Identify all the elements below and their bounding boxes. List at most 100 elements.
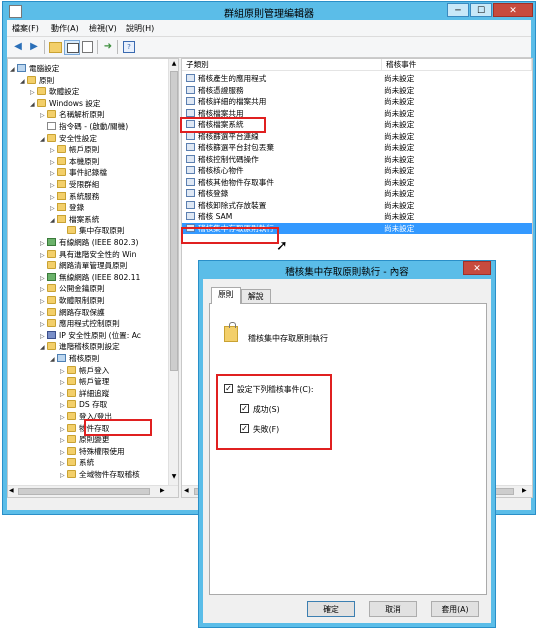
tree-item[interactable]: ▷ 無線網路 (IEEE 802.11 bbox=[40, 272, 140, 283]
expanded-arrow-icon[interactable]: ◢ bbox=[40, 342, 47, 353]
list-item[interactable]: 稽核 SAM 尚未設定 bbox=[182, 211, 532, 222]
tab-explain[interactable]: 解說 bbox=[241, 289, 271, 304]
properties-icon[interactable] bbox=[80, 40, 94, 53]
collapsed-arrow-icon[interactable]: ▷ bbox=[30, 87, 37, 98]
failure-checkbox[interactable]: ✓ bbox=[240, 424, 249, 433]
list-item[interactable]: 稽核憑證服務 尚未設定 bbox=[182, 85, 532, 96]
ok-button[interactable]: 確定 bbox=[307, 601, 355, 617]
tree-item[interactable]: ◢ 電腦設定 bbox=[10, 63, 59, 74]
collapsed-arrow-icon[interactable]: ▷ bbox=[60, 412, 67, 423]
collapsed-arrow-icon[interactable]: ▷ bbox=[60, 366, 67, 377]
collapsed-arrow-icon[interactable]: ▷ bbox=[50, 145, 57, 156]
up-folder-icon[interactable] bbox=[48, 40, 62, 53]
collapsed-arrow-icon[interactable]: ▷ bbox=[60, 389, 67, 400]
menu-help[interactable]: 說明(H) bbox=[126, 23, 154, 34]
close-button[interactable]: ✕ bbox=[493, 3, 533, 17]
collapsed-arrow-icon[interactable]: ▷ bbox=[40, 110, 47, 121]
list-item[interactable]: 稽核核心物件 尚未設定 bbox=[182, 165, 532, 176]
tree-item[interactable]: ▷ 帳戶原則 bbox=[50, 144, 99, 155]
tree-item[interactable]: ▷ 軟體限制原則 bbox=[40, 295, 105, 306]
collapsed-arrow-icon[interactable]: ▷ bbox=[50, 192, 57, 203]
tree-item[interactable]: ▷ 名稱解析原則 bbox=[40, 109, 105, 120]
list-item[interactable]: 稽核卸除式存放裝置 尚未設定 bbox=[182, 200, 532, 211]
tree-item[interactable]: ▷ 事件記錄檔 bbox=[50, 167, 107, 178]
column-header-subcategory[interactable]: 子類別 bbox=[182, 59, 382, 71]
minimize-button[interactable]: ─ bbox=[447, 3, 469, 17]
menu-view[interactable]: 檢視(V) bbox=[89, 23, 117, 34]
export-list-icon[interactable]: ➜ bbox=[101, 40, 115, 53]
list-item[interactable]: 稽核其他物件存取事件 尚未設定 bbox=[182, 177, 532, 188]
collapsed-arrow-icon[interactable]: ▷ bbox=[40, 273, 47, 284]
menu-action[interactable]: 動作(A) bbox=[51, 23, 79, 34]
collapsed-arrow-icon[interactable]: ▷ bbox=[40, 308, 47, 319]
tree-item[interactable]: ◢ 進階稽核原則設定 bbox=[40, 341, 120, 352]
collapsed-arrow-icon[interactable]: ▷ bbox=[40, 284, 47, 295]
collapsed-arrow-icon[interactable]: ▷ bbox=[40, 319, 47, 330]
tree-item[interactable]: ▷ IP 安全性原則 (位置: Ac bbox=[40, 330, 141, 341]
expanded-arrow-icon[interactable]: ◢ bbox=[50, 215, 57, 226]
scroll-left-icon[interactable]: ◀ bbox=[9, 487, 14, 494]
success-checkbox[interactable]: ✓ bbox=[240, 404, 249, 413]
expanded-arrow-icon[interactable]: ◢ bbox=[40, 134, 47, 145]
collapsed-arrow-icon[interactable]: ▷ bbox=[60, 435, 67, 446]
collapsed-arrow-icon[interactable]: ▷ bbox=[50, 203, 57, 214]
tree-item[interactable]: ▷ 帳戶管理 bbox=[60, 376, 109, 387]
list-item[interactable]: 稽核產生的應用程式 尚未設定 bbox=[182, 73, 532, 84]
scroll-left-icon[interactable]: ◀ bbox=[184, 487, 189, 494]
tree-horizontal-scrollbar[interactable]: ◀ ▶ bbox=[8, 485, 178, 497]
back-arrow-icon[interactable]: ◀ bbox=[11, 40, 25, 53]
menu-file[interactable]: 檔案(F) bbox=[12, 23, 39, 34]
scroll-right-icon[interactable]: ▶ bbox=[160, 487, 165, 494]
tree-item[interactable]: 集中存取原則 bbox=[60, 225, 125, 236]
title-bar[interactable]: 群組原則管理編輯器 ─ ☐ ✕ bbox=[3, 2, 535, 20]
expanded-arrow-icon[interactable]: ◢ bbox=[50, 354, 57, 365]
tree-item[interactable]: ◢ 稽核原則 bbox=[50, 353, 99, 364]
tree-item[interactable]: ▷ 特殊權限使用 bbox=[60, 446, 125, 457]
tree-item[interactable]: 指令碼 - (啟動/關機) bbox=[40, 121, 128, 132]
show-hide-tree-icon[interactable] bbox=[64, 40, 80, 55]
expanded-arrow-icon[interactable]: ◢ bbox=[30, 99, 37, 110]
tree-item[interactable]: ▷ 登錄 bbox=[50, 202, 84, 213]
list-item[interactable]: 稽核篩選平台封包丟棄 尚未設定 bbox=[182, 142, 532, 153]
expanded-arrow-icon[interactable]: ◢ bbox=[10, 64, 17, 75]
tree-item[interactable]: ▷ 受限群組 bbox=[50, 179, 99, 190]
tree-item[interactable]: ▷ 全域物件存取稽核 bbox=[60, 469, 140, 480]
tree-item[interactable]: ◢ 原則 bbox=[20, 75, 54, 86]
collapsed-arrow-icon[interactable]: ▷ bbox=[60, 458, 67, 469]
tree-item[interactable]: ▷ 應用程式控制原則 bbox=[40, 318, 120, 329]
tree-item[interactable]: ◢ 安全性設定 bbox=[40, 133, 97, 144]
tree-hscroll-thumb[interactable] bbox=[18, 488, 150, 495]
tab-policy[interactable]: 原則 bbox=[211, 287, 241, 304]
scroll-down-icon[interactable]: ▼ bbox=[170, 473, 178, 480]
maximize-button[interactable]: ☐ bbox=[470, 3, 492, 17]
tree-item[interactable]: ◢ Windows 設定 bbox=[30, 98, 101, 109]
tree-item[interactable]: 網路清單管理員原則 bbox=[40, 260, 127, 271]
tree-item[interactable]: ▷ 具有進階安全性的 Win bbox=[40, 249, 136, 260]
collapsed-arrow-icon[interactable]: ▷ bbox=[60, 377, 67, 388]
tree-item[interactable]: ◢ 檔案系統 bbox=[50, 214, 99, 225]
scroll-right-icon[interactable]: ▶ bbox=[522, 487, 527, 494]
tree-item[interactable]: ▷ 本機原則 bbox=[50, 156, 99, 167]
collapsed-arrow-icon[interactable]: ▷ bbox=[50, 168, 57, 179]
help-icon[interactable]: ? bbox=[121, 40, 135, 53]
collapsed-arrow-icon[interactable]: ▷ bbox=[40, 250, 47, 261]
collapsed-arrow-icon[interactable]: ▷ bbox=[60, 424, 67, 435]
tree-item[interactable]: ▷ 詳細追蹤 bbox=[60, 388, 109, 399]
collapsed-arrow-icon[interactable]: ▷ bbox=[60, 400, 67, 411]
tree-item[interactable]: ▷ 系統服務 bbox=[50, 191, 99, 202]
tree-item[interactable]: ▷ 有線網路 (IEEE 802.3) bbox=[40, 237, 139, 248]
collapsed-arrow-icon[interactable]: ▷ bbox=[60, 447, 67, 458]
list-item[interactable]: 稽核登錄 尚未設定 bbox=[182, 188, 532, 199]
dialog-close-button[interactable]: ✕ bbox=[463, 261, 491, 275]
configure-checkbox[interactable]: ✓ bbox=[224, 384, 233, 393]
tree-item[interactable]: ▷ 帳戶登入 bbox=[60, 365, 109, 376]
list-item[interactable]: 稽核控制代碼操作 尚未設定 bbox=[182, 154, 532, 165]
collapsed-arrow-icon[interactable]: ▷ bbox=[40, 331, 47, 342]
list-item[interactable]: 稽核詳細的檔案共用 尚未設定 bbox=[182, 96, 532, 107]
tree-item[interactable]: ▷ 網路存取保護 bbox=[40, 307, 105, 318]
tree-item[interactable]: ▷ 公開金鑰原則 bbox=[40, 283, 105, 294]
collapsed-arrow-icon[interactable]: ▷ bbox=[40, 296, 47, 307]
tree-item[interactable]: ▷ DS 存取 bbox=[60, 399, 107, 410]
collapsed-arrow-icon[interactable]: ▷ bbox=[50, 180, 57, 191]
tree-item[interactable]: ▷ 軟體設定 bbox=[30, 86, 79, 97]
